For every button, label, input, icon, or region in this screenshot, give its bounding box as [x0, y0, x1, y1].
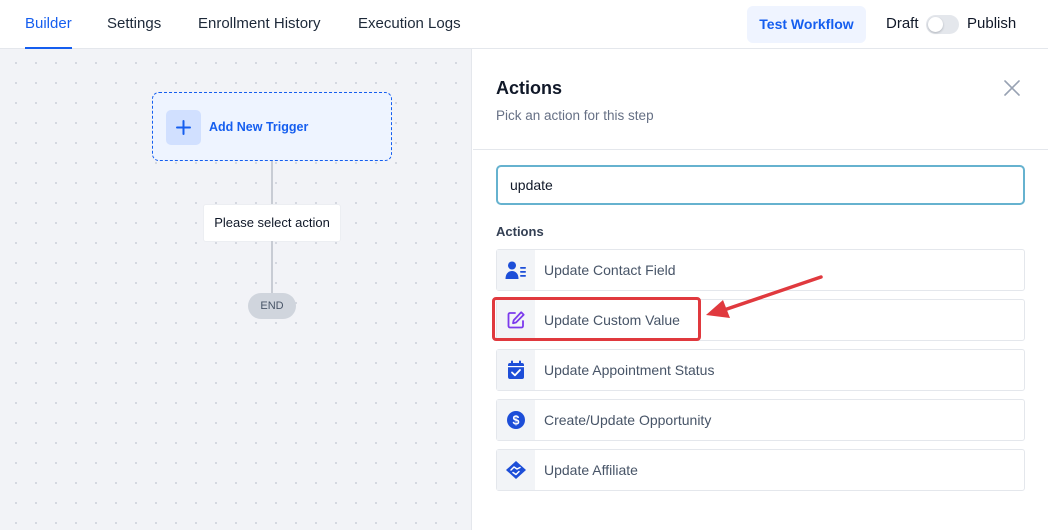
- action-label: Create/Update Opportunity: [544, 412, 712, 428]
- contact-card-icon: [497, 250, 535, 290]
- dollar-circle-icon: $: [497, 400, 535, 440]
- top-bar: Builder Settings Enrollment History Exec…: [0, 0, 1048, 49]
- add-trigger-card[interactable]: Add New Trigger: [152, 92, 392, 161]
- add-trigger-label: Add New Trigger: [209, 120, 309, 134]
- svg-text:$: $: [513, 413, 520, 427]
- action-label: Update Appointment Status: [544, 362, 715, 378]
- action-item-update-affiliate[interactable]: Update Affiliate: [496, 449, 1025, 491]
- connector-line: [271, 241, 273, 293]
- panel-subtitle: Pick an action for this step: [496, 108, 654, 123]
- draft-label: Draft: [886, 15, 919, 32]
- tab-enrollment-history[interactable]: Enrollment History: [198, 0, 321, 48]
- panel-title: Actions: [496, 78, 563, 98]
- divider: [473, 149, 1048, 150]
- search-input[interactable]: [496, 165, 1025, 205]
- close-icon[interactable]: [1002, 78, 1022, 98]
- tab-builder[interactable]: Builder: [25, 0, 72, 49]
- tab-settings[interactable]: Settings: [107, 0, 161, 48]
- action-label: Update Contact Field: [544, 262, 676, 278]
- annotation-arrow: [706, 275, 823, 318]
- handshake-icon: [497, 450, 535, 490]
- end-node: END: [248, 293, 296, 319]
- publish-label: Publish: [967, 15, 1017, 32]
- publish-toggle[interactable]: [926, 15, 959, 34]
- toggle-knob: [928, 17, 943, 32]
- action-item-create-update-opportunity[interactable]: $ Create/Update Opportunity: [496, 399, 1025, 441]
- calendar-check-icon: [497, 350, 535, 390]
- action-label: Update Affiliate: [544, 462, 638, 478]
- plus-icon: [166, 110, 201, 145]
- tab-execution-logs[interactable]: Execution Logs: [358, 0, 461, 48]
- select-action-node[interactable]: Please select action: [204, 205, 340, 241]
- action-item-update-appointment-status[interactable]: Update Appointment Status: [496, 349, 1025, 391]
- workflow-canvas[interactable]: Add New Trigger Please select action END: [0, 49, 472, 530]
- test-workflow-button[interactable]: Test Workflow: [747, 6, 866, 43]
- section-label: Actions: [496, 224, 544, 239]
- connector-line: [271, 161, 273, 205]
- annotation-highlight-box: [492, 297, 701, 341]
